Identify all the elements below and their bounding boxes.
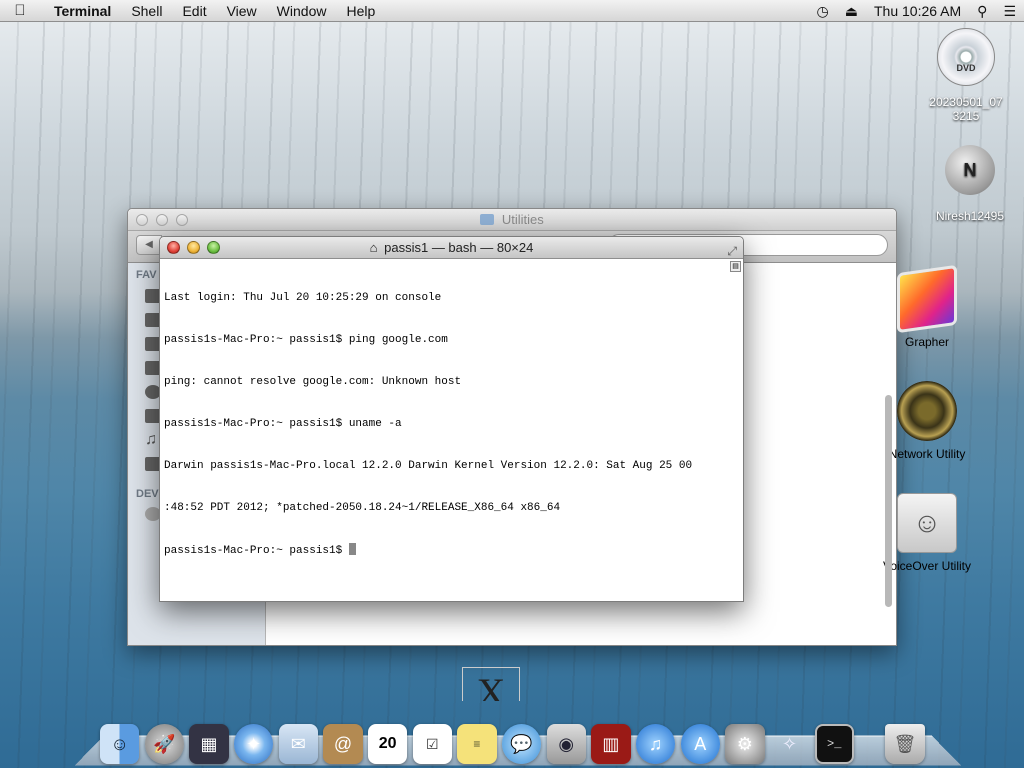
- terminal-window-controls: [167, 241, 227, 254]
- dock-finder-icon[interactable]: ☺: [100, 724, 140, 764]
- dock-terminal-icon[interactable]: >_: [814, 724, 854, 764]
- sidebar-heading-devices: DEV: [136, 488, 159, 500]
- dock-mail-icon[interactable]: ✉: [278, 724, 318, 764]
- dock-reminders-icon[interactable]: ☑: [412, 724, 452, 764]
- terminal-line: :48:52 PDT 2012; *patched-2050.18.24~1/R…: [164, 502, 561, 514]
- finder-title: Utilities: [501, 212, 544, 227]
- finder-minimize-button[interactable]: [156, 214, 168, 226]
- menu-edit[interactable]: Edit: [182, 3, 206, 19]
- finder-window-controls: [136, 214, 196, 226]
- terminal-line: passis1s-Mac-Pro:~ passis1$ ping google.…: [164, 334, 448, 346]
- terminal-cursor: [348, 543, 356, 555]
- dock-xcode-icon[interactable]: ✧: [770, 724, 809, 764]
- folder-icon: [480, 214, 495, 225]
- dock-notes-icon[interactable]: ≡: [457, 724, 497, 764]
- notification-list-icon[interactable]: ☰: [1003, 3, 1016, 20]
- sidebar-heading-favorites: FAV: [136, 269, 157, 281]
- terminal-line: ping: cannot resolve google.com: Unknown…: [164, 376, 462, 388]
- dock-launchpad-icon[interactable]: 🚀: [144, 724, 185, 764]
- menu-window[interactable]: Window: [277, 3, 327, 19]
- app-voiceover-utility[interactable]: ☺ VoiceOver Utility: [857, 493, 997, 573]
- dock-messages-icon[interactable]: 💬: [501, 724, 542, 764]
- apple-menu-icon[interactable]: : [0, 2, 40, 19]
- dock-system-preferences-icon[interactable]: ⚙: [725, 724, 765, 764]
- dock-contacts-icon[interactable]: @: [323, 724, 363, 764]
- menu-bar:  Terminal Shell Edit View Window Help ◷…: [0, 0, 1024, 22]
- terminal-line: Last login: Thu Jul 20 10:25:29 on conso…: [164, 292, 442, 304]
- desktop-hard-disk[interactable]: N Niresh12495: [920, 145, 1020, 224]
- menu-app-name[interactable]: Terminal: [54, 3, 111, 19]
- voiceover-utility-icon: ☺: [897, 493, 957, 553]
- dock-app-store-icon[interactable]: A: [680, 724, 720, 764]
- grapher-icon: [897, 264, 957, 334]
- terminal-prompt: passis1s-Mac-Pro:~ passis1$: [164, 545, 349, 557]
- dock: ☺ 🚀 ▦ ✦ ✉ @ 20 ☑ ≡ 💬 ◉ ▥ ♫ A ⚙ ✧ >_ 🗑: [100, 712, 930, 764]
- dock-calendar-icon[interactable]: 20: [367, 724, 408, 764]
- fullscreen-icon[interactable]: ⤢: [727, 240, 737, 262]
- terminal-line: Darwin passis1s-Mac-Pro.local 12.2.0 Dar…: [164, 460, 693, 472]
- terminal-minimize-button[interactable]: [187, 241, 200, 254]
- terminal-split-button[interactable]: ▤: [730, 261, 741, 272]
- finder-close-button[interactable]: [136, 214, 148, 226]
- terminal-zoom-button[interactable]: [207, 241, 220, 254]
- menu-help[interactable]: Help: [346, 3, 375, 19]
- dvd-label: 20230501_07 3215: [929, 95, 1003, 123]
- network-utility-icon: [897, 381, 957, 441]
- app-grapher[interactable]: Grapher: [857, 264, 997, 349]
- terminal-close-button[interactable]: [167, 241, 180, 254]
- x11-icon[interactable]: X: [462, 667, 520, 701]
- terminal-title: passis1 — bash — 80×24: [384, 240, 534, 255]
- eject-icon[interactable]: ⏏: [845, 3, 858, 20]
- terminal-line: passis1s-Mac-Pro:~ passis1$ uname -a: [164, 418, 402, 430]
- dvd-icon: DVD: [937, 28, 995, 86]
- menu-clock[interactable]: Thu 10:26 AM: [874, 3, 961, 19]
- dock-itunes-icon[interactable]: ♫: [635, 724, 676, 764]
- app-voiceover-utility-label: VoiceOver Utility: [882, 559, 972, 573]
- terminal-prompt-line[interactable]: passis1s-Mac-Pro:~ passis1$: [164, 543, 729, 557]
- terminal-output[interactable]: Last login: Thu Jul 20 10:25:29 on conso…: [164, 263, 729, 599]
- finder-titlebar[interactable]: Utilities: [128, 209, 896, 231]
- desktop-dvd[interactable]: DVD 20230501_07 3215: [920, 28, 1012, 124]
- terminal-window[interactable]: ⌂ passis1 — bash — 80×24 ⤢ ▤ Last login:…: [159, 236, 744, 602]
- hard-disk-icon: N: [945, 145, 995, 195]
- menu-shell[interactable]: Shell: [131, 3, 162, 19]
- home-folder-icon: ⌂: [369, 240, 378, 255]
- menu-view[interactable]: View: [227, 3, 257, 19]
- terminal-titlebar[interactable]: ⌂ passis1 — bash — 80×24 ⤢: [160, 237, 743, 259]
- app-network-utility-label: Network Utility: [888, 447, 966, 461]
- dock-photo-booth-icon[interactable]: ▥: [591, 724, 631, 764]
- finder-scrollbar[interactable]: [885, 395, 892, 607]
- time-machine-icon[interactable]: ◷: [817, 3, 829, 20]
- app-grapher-label: Grapher: [904, 335, 950, 349]
- app-network-utility[interactable]: Network Utility: [857, 381, 997, 461]
- dock-safari-icon[interactable]: ✦: [233, 724, 274, 764]
- dock-mission-control-icon[interactable]: ▦: [189, 724, 229, 764]
- disk-label: Niresh12495: [935, 209, 1005, 223]
- dock-trash-icon[interactable]: 🗑: [885, 724, 925, 764]
- spotlight-icon[interactable]: ⚲: [977, 3, 987, 20]
- finder-zoom-button[interactable]: [176, 214, 188, 226]
- dock-facetime-icon[interactable]: ◉: [546, 724, 586, 764]
- menu-extras: ◷ ⏏ Thu 10:26 AM ⚲ ☰: [809, 0, 1024, 22]
